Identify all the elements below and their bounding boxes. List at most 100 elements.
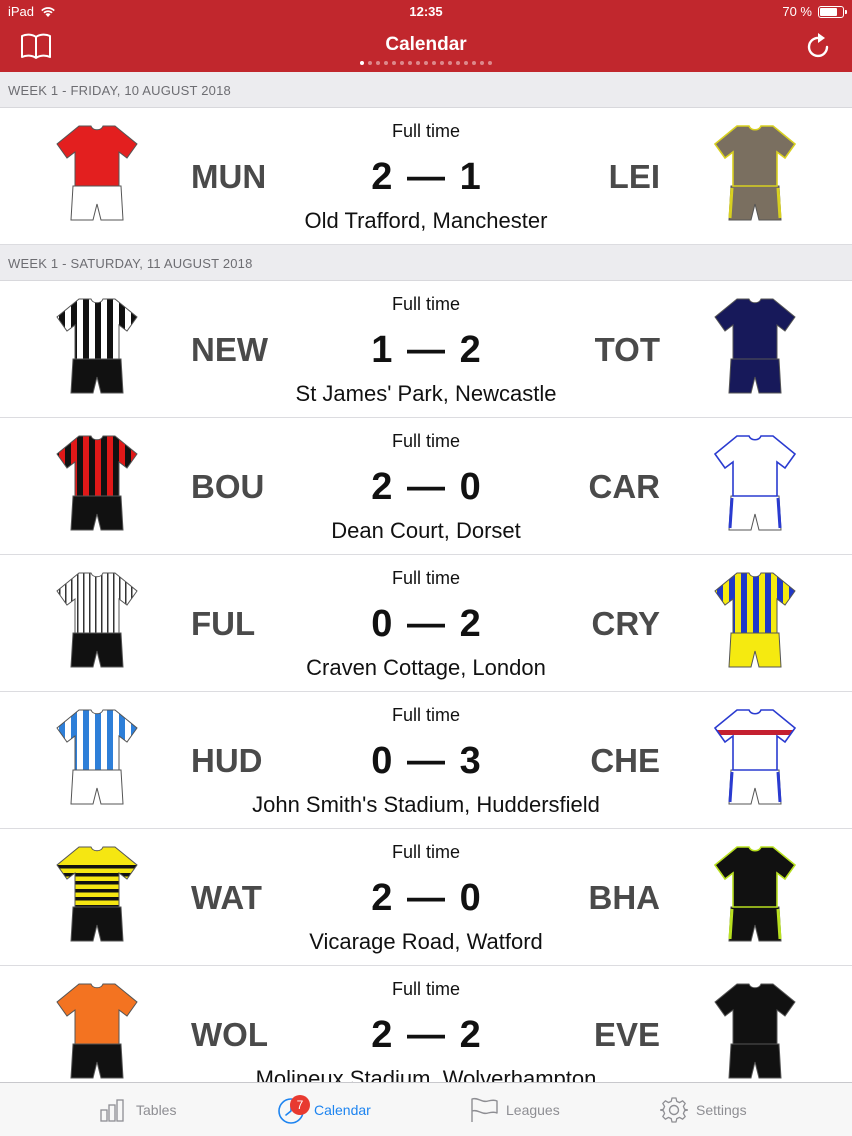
page-dot[interactable] [384, 61, 388, 65]
battery-icon [818, 5, 847, 18]
match-row[interactable]: Full time HUD 0 — 3 CHE John Smith's Stadium… [0, 692, 852, 829]
away-team: EVE [593, 1016, 660, 1053]
match-status: Full time [391, 979, 460, 999]
page-title: Calendar [385, 34, 467, 55]
match-row[interactable]: Full time WAT 2 — 0 BHA Vicarage Road, Watfo… [0, 829, 852, 966]
away-team: CAR [588, 468, 661, 505]
kit-hoop [57, 865, 137, 869]
kit-hoop [57, 873, 137, 877]
home-score: 0 [371, 603, 393, 645]
page-dot[interactable] [392, 61, 396, 65]
tab-bar: Tables 7 Calendar Leagues Settings [0, 1082, 852, 1136]
tab-tables-label: Tables [136, 1102, 177, 1118]
venue: Craven Cottage, London [306, 655, 546, 680]
page-dot[interactable] [472, 61, 476, 65]
tab-calendar[interactable]: 7 Calendar [276, 1083, 371, 1136]
score-separator: — [392, 1014, 460, 1056]
score: 0 — 3 [0, 740, 852, 783]
page-dot[interactable] [456, 61, 460, 65]
home-score: 2 [371, 466, 393, 508]
tab-calendar-label: Calendar [314, 1102, 371, 1118]
match-status: Full time [391, 121, 460, 141]
score-separator: — [392, 877, 460, 919]
match-row[interactable]: Full time WOL 2 — 2 EVE Molineux Stadium, Wo… [0, 966, 852, 1082]
score-separator: — [392, 740, 460, 782]
page-dot[interactable] [480, 61, 484, 65]
section-header: WEEK 1 - FRIDAY, 10 AUGUST 2018 [0, 72, 852, 108]
page-dot[interactable] [440, 61, 444, 65]
home-score: 2 [371, 156, 393, 198]
venue: Vicarage Road, Watford [309, 929, 543, 954]
navigation-bar: iPad 12:35 70 % Calendar [0, 0, 852, 72]
away-score: 2 [459, 1014, 481, 1056]
away-score: 1 [459, 156, 481, 198]
tab-leagues[interactable]: Leagues [470, 1083, 560, 1136]
bar-chart-icon [100, 1099, 124, 1122]
match-status: Full time [391, 294, 460, 314]
score-separator: — [392, 603, 460, 645]
match-status: Full time [391, 705, 460, 725]
match-row[interactable]: Full time NEW 1 — 2 TOT St James' Park, Newc… [0, 281, 852, 418]
score-separator: — [392, 329, 460, 371]
status-bar: iPad 12:35 70 % [0, 0, 852, 24]
away-score: 2 [459, 329, 481, 371]
match-status: Full time [391, 842, 460, 862]
match-status: Full time [391, 431, 460, 451]
match-status: Full time [391, 568, 460, 588]
page-dot[interactable] [488, 61, 492, 65]
venue: Dean Court, Dorset [331, 518, 521, 543]
score: 2 — 1 [0, 156, 852, 199]
home-score: 0 [371, 740, 393, 782]
tab-tables[interactable]: Tables [100, 1083, 176, 1136]
away-team: CHE [590, 742, 660, 779]
gear-icon [660, 1097, 688, 1123]
battery-percentage: 70 % [782, 4, 812, 19]
status-time: 12:35 [409, 4, 443, 19]
score: 1 — 2 [0, 329, 852, 372]
page-dot[interactable] [416, 61, 420, 65]
score: 0 — 2 [0, 603, 852, 646]
page-dot[interactable] [432, 61, 436, 65]
away-score: 0 [459, 877, 481, 919]
score-separator: — [392, 466, 460, 508]
flag-icon [471, 1097, 498, 1122]
page-dot[interactable] [376, 61, 380, 65]
away-score: 3 [459, 740, 481, 782]
page-dot[interactable] [448, 61, 452, 65]
score: 2 — 0 [0, 877, 852, 920]
match-row[interactable]: Full time FUL 0 — 2 CRY Craven Cottage, Lond… [0, 555, 852, 692]
refresh-icon[interactable] [806, 32, 832, 60]
away-score: 2 [459, 603, 481, 645]
score: 2 — 2 [0, 1014, 852, 1057]
match-row[interactable]: Full time BOU 2 — 0 CAR Dean Court, Dorset [0, 418, 852, 555]
home-score: 2 [371, 1014, 393, 1056]
away-score: 0 [459, 466, 481, 508]
away-team: LEI [608, 158, 660, 195]
away-team: BHA [588, 879, 661, 916]
page-dot[interactable] [368, 61, 372, 65]
venue: John Smith's Stadium, Huddersfield [252, 792, 600, 817]
page-dot[interactable] [464, 61, 468, 65]
home-score: 1 [371, 329, 393, 371]
away-team: CRY [591, 605, 660, 642]
page-dot[interactable] [360, 61, 364, 65]
away-team: TOT [594, 331, 660, 368]
tab-leagues-label: Leagues [506, 1102, 560, 1118]
score-separator: — [392, 156, 460, 198]
match-row[interactable]: Full time MUN 2 — 1 LEI Old Trafford, Manche… [0, 108, 852, 245]
venue: Old Trafford, Manchester [304, 208, 548, 233]
page-dot[interactable] [408, 61, 412, 65]
section-header: WEEK 1 - SATURDAY, 11 AUGUST 2018 [0, 245, 852, 281]
page-dot[interactable] [424, 61, 428, 65]
venue: St James' Park, Newcastle [295, 381, 557, 406]
kit-band [715, 730, 795, 735]
score: 2 — 0 [0, 466, 852, 509]
tab-settings-label: Settings [696, 1102, 747, 1118]
venue: Molineux Stadium, Wolverhampton [255, 1066, 597, 1082]
tab-settings[interactable]: Settings [660, 1083, 747, 1136]
notification-badge: 7 [290, 1095, 310, 1115]
page-dot[interactable] [400, 61, 404, 65]
match-list[interactable]: WEEK 1 - FRIDAY, 10 AUGUST 2018 Full time… [0, 72, 852, 1082]
home-score: 2 [371, 877, 393, 919]
page-indicator[interactable] [0, 61, 852, 65]
